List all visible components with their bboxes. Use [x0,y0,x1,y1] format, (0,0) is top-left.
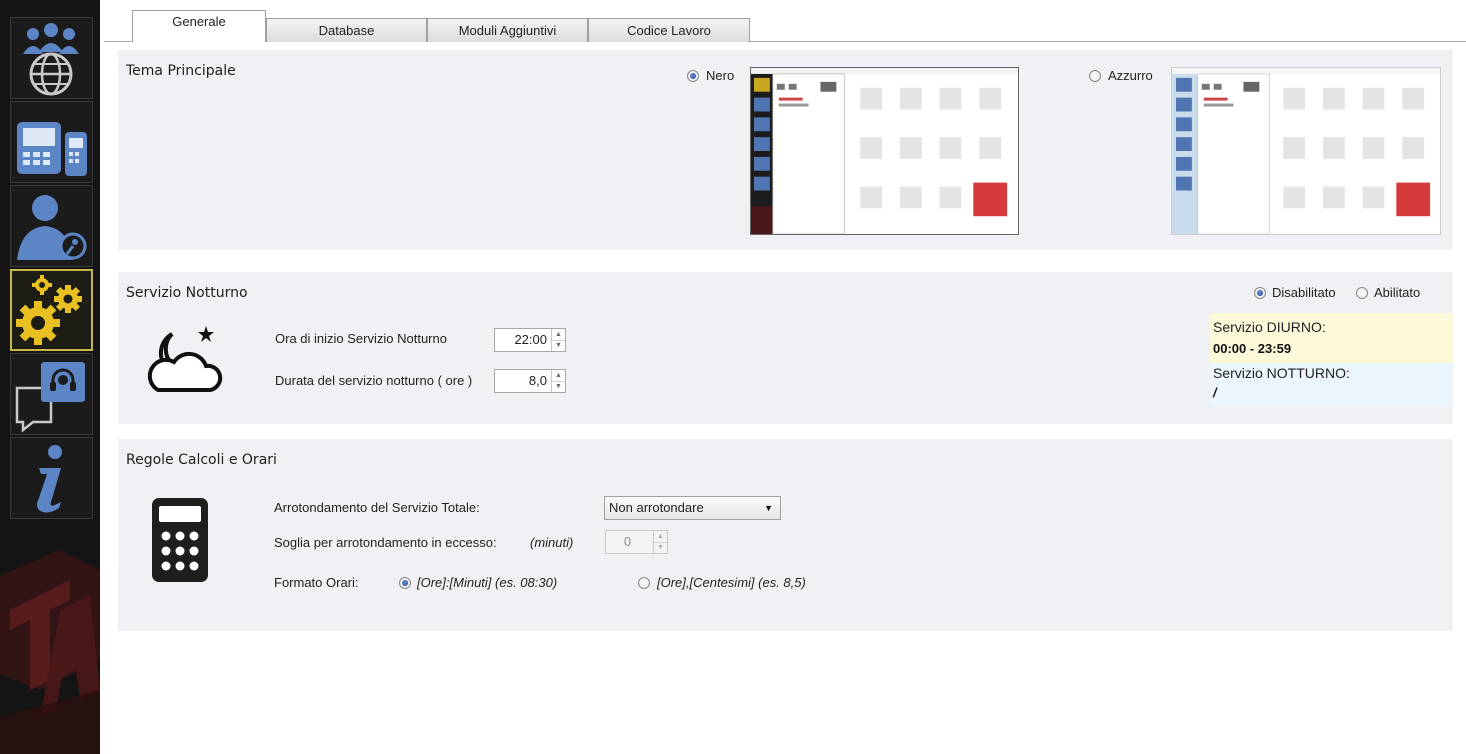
night-service-value: / [1213,385,1217,400]
time-format-label-minuti[interactable]: [Ore]:[Minuti] (es. 08:30) [417,575,557,590]
gears-icon [16,275,82,345]
theme-preview-nero[interactable] [750,67,1019,235]
rules-section-title: Regole Calcoli e Orari [126,452,277,468]
day-service-label: Servizio DIURNO: [1213,319,1326,335]
theme-section-title: Tema Principale [126,63,236,79]
night-service-panel: Servizio Notturno Disabilitato Abilitato… [118,272,1453,424]
spin-up-icon[interactable]: ▲ [552,370,565,382]
night-duration-label: Durata del servizio notturno ( ore ) [275,373,473,388]
sidebar-item-settings[interactable] [10,269,93,351]
night-duration-value[interactable]: 8,0 [495,370,551,392]
spin-down-icon[interactable]: ▼ [552,341,565,352]
night-start-value[interactable]: 22:00 [495,329,551,351]
time-format-radio-minuti[interactable] [399,577,411,589]
tab-generale[interactable]: Generale [132,10,266,42]
spin-up-icon[interactable]: ▲ [654,531,667,543]
threshold-unit: (minuti) [530,535,574,550]
theme-radio-nero[interactable] [687,70,699,82]
night-service-section-title: Servizio Notturno [126,285,248,301]
chevron-down-icon[interactable]: ▼ [764,497,773,519]
terminal-devices-icon [17,122,87,176]
night-service-label: Servizio NOTTURNO: [1213,365,1350,381]
threshold-spinner[interactable]: 0 ▲ ▼ [605,530,668,554]
sidebar-item-info[interactable] [10,437,93,519]
time-format-label: Formato Orari: [274,575,359,590]
moon-cloud-icon [147,326,223,392]
sidebar-item-users[interactable] [10,17,93,99]
sidebar [0,0,100,754]
rounding-label: Arrotondamento del Servizio Totale: [274,500,480,515]
night-mode-radio-abilitato[interactable] [1356,287,1368,299]
user-key-icon [17,195,87,260]
tab-database[interactable]: Database [266,18,427,42]
day-service-info: Servizio DIURNO: 00:00 - 23:59 [1210,313,1453,363]
theme-label-azzurro[interactable]: Azzurro [1108,68,1153,83]
rules-panel: Regole Calcoli e Orari Arrotondamento de… [118,439,1453,631]
rounding-select[interactable]: Non arrotondare ▼ [604,496,781,520]
night-start-spinner[interactable]: 22:00 ▲ ▼ [494,328,566,352]
theme-preview-light-image [1172,68,1440,234]
theme-radio-azzurro[interactable] [1089,70,1101,82]
theme-preview-dark-image [751,68,1018,234]
spin-up-icon[interactable]: ▲ [552,329,565,341]
spin-down-icon[interactable]: ▼ [552,382,565,393]
theme-preview-azzurro[interactable] [1171,67,1441,235]
night-duration-spinner[interactable]: 8,0 ▲ ▼ [494,369,566,393]
night-start-label: Ora di inizio Servizio Notturno [275,331,447,346]
night-mode-radio-disabilitato[interactable] [1254,287,1266,299]
theme-label-nero[interactable]: Nero [706,68,734,83]
tab-moduli-aggiuntivi[interactable]: Moduli Aggiuntivi [427,18,588,42]
calculator-icon [152,498,208,582]
spin-down-icon[interactable]: ▼ [654,543,667,554]
tab-bar: Generale Database Moduli Aggiuntivi Codi… [104,10,1466,42]
brand-watermark [0,550,100,754]
night-duration-spin-buttons[interactable]: ▲ ▼ [551,370,565,392]
night-service-info: Servizio NOTTURNO: / [1210,363,1453,406]
support-headset-icon [15,362,85,433]
info-icon [37,445,62,513]
tab-codice-lavoro[interactable]: Codice Lavoro [588,18,750,42]
users-globe-icon [23,23,79,96]
threshold-value[interactable]: 0 [606,531,653,553]
night-mode-label-disabilitato[interactable]: Disabilitato [1272,285,1336,300]
sidebar-item-support[interactable] [10,353,93,435]
night-start-spin-buttons[interactable]: ▲ ▼ [551,329,565,351]
threshold-label: Soglia per arrotondamento in eccesso: [274,535,497,550]
time-format-label-centesimi[interactable]: [Ore],[Centesimi] (es. 8,5) [657,575,806,590]
sidebar-item-user-access[interactable] [10,185,93,267]
threshold-spin-buttons[interactable]: ▲ ▼ [653,531,667,553]
rounding-select-value: Non arrotondare [609,500,704,515]
time-format-radio-centesimi[interactable] [638,577,650,589]
sidebar-item-terminals[interactable] [10,101,93,183]
night-mode-label-abilitato[interactable]: Abilitato [1374,285,1420,300]
day-service-value: 00:00 - 23:59 [1213,341,1292,356]
theme-panel: Tema Principale Nero Azzurro [118,50,1453,250]
